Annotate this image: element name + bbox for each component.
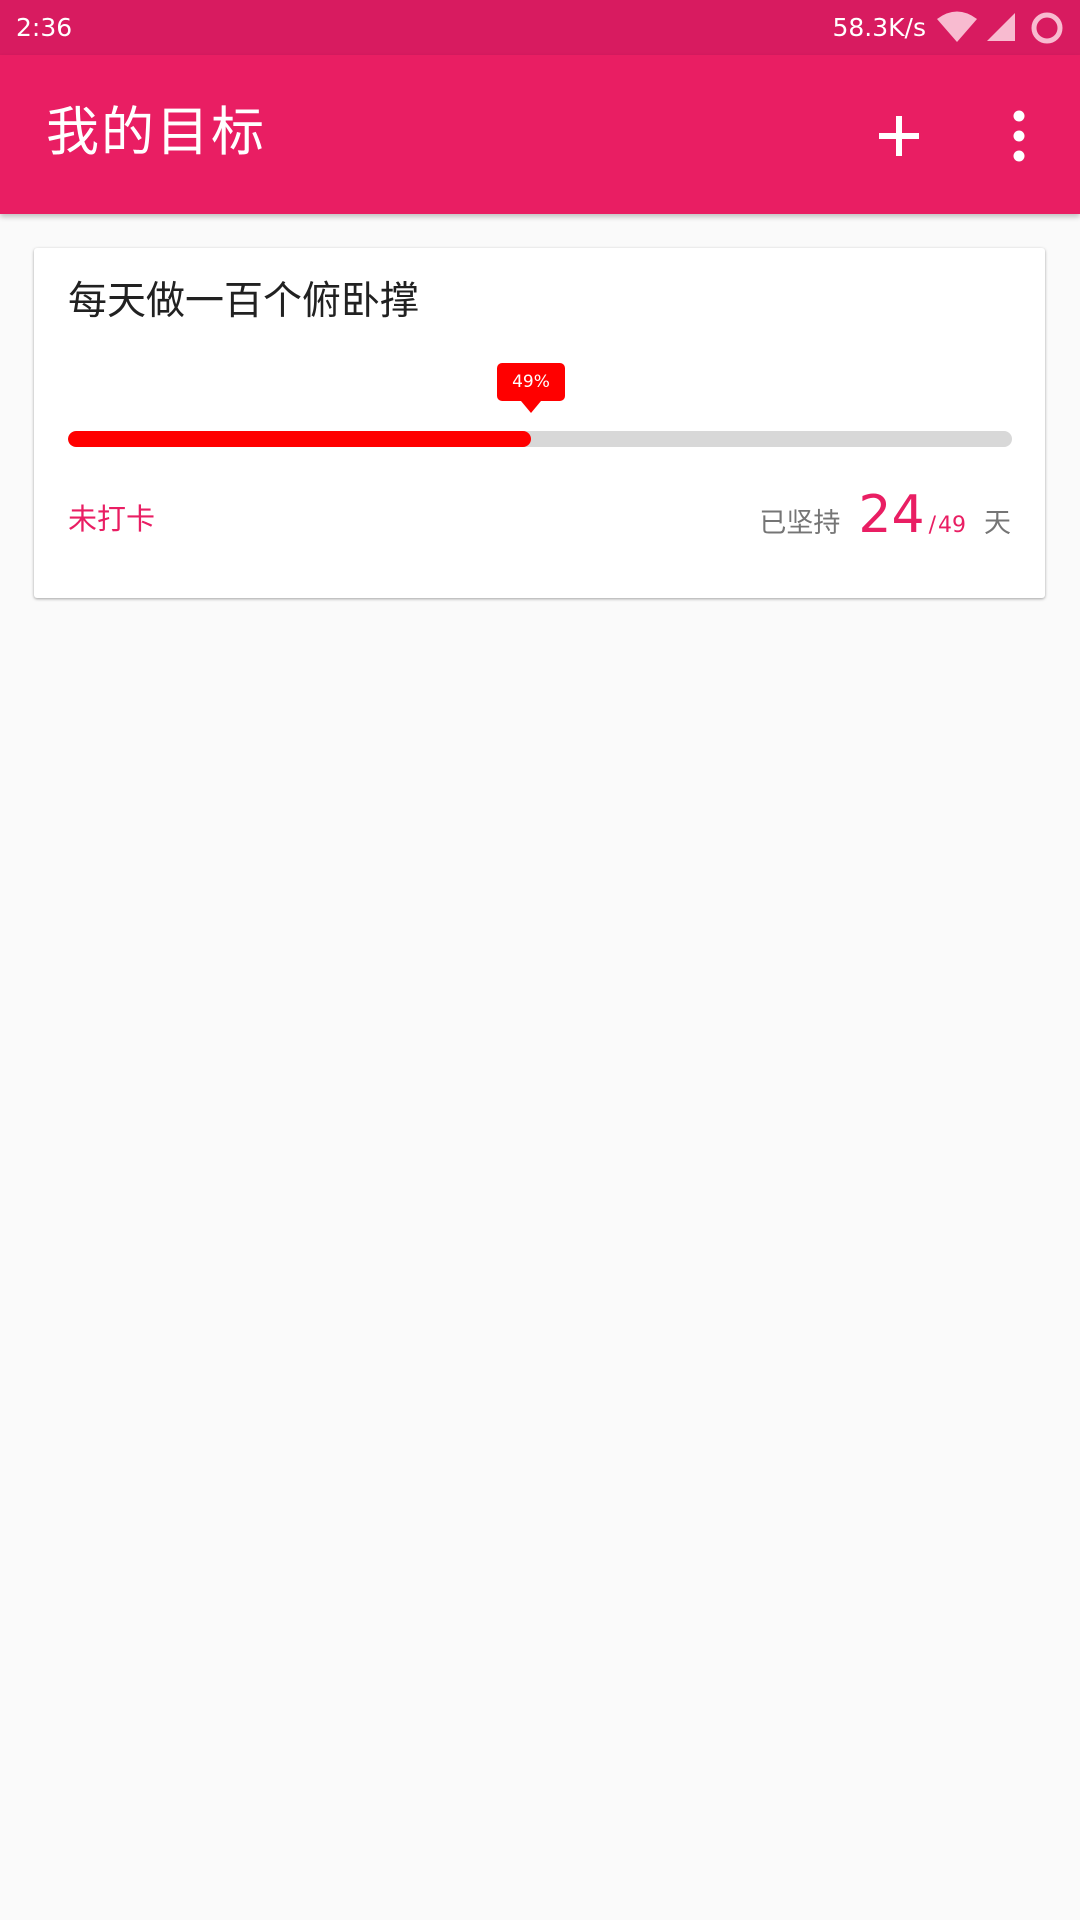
days-unit: 天: [984, 508, 1011, 539]
circle-icon: [1031, 12, 1063, 44]
add-goal-button[interactable]: [866, 103, 932, 169]
wifi-icon: [937, 11, 977, 42]
streak-separator: /: [928, 513, 936, 538]
more-options-button[interactable]: [992, 103, 1046, 169]
more-vert-icon: [1013, 110, 1025, 162]
checkin-status-button[interactable]: 未打卡: [68, 500, 155, 538]
goal-title: 每天做一百个俯卧撑: [68, 279, 420, 324]
cell-signal-icon: [987, 13, 1015, 41]
progress-fill: [68, 431, 531, 447]
network-speed: 58.3K/s: [832, 13, 926, 42]
app-bar: 我的目标: [0, 55, 1080, 214]
add-icon: [879, 116, 919, 156]
total-days: 49: [938, 513, 966, 538]
streak-summary: 已坚持 24 / 49 天: [759, 486, 1011, 544]
progress-bar: [68, 431, 1012, 447]
status-bar: 2:36 58.3K/s: [0, 0, 1080, 55]
page-title: 我的目标: [46, 102, 266, 163]
goal-card[interactable]: 每天做一百个俯卧撑 49% 未打卡 已坚持 24 / 49 天: [34, 248, 1045, 598]
progress-percent-badge: 49%: [497, 363, 565, 413]
streak-label: 已坚持: [759, 508, 841, 539]
status-time: 2:36: [16, 13, 73, 42]
streak-days: 24: [858, 485, 925, 545]
